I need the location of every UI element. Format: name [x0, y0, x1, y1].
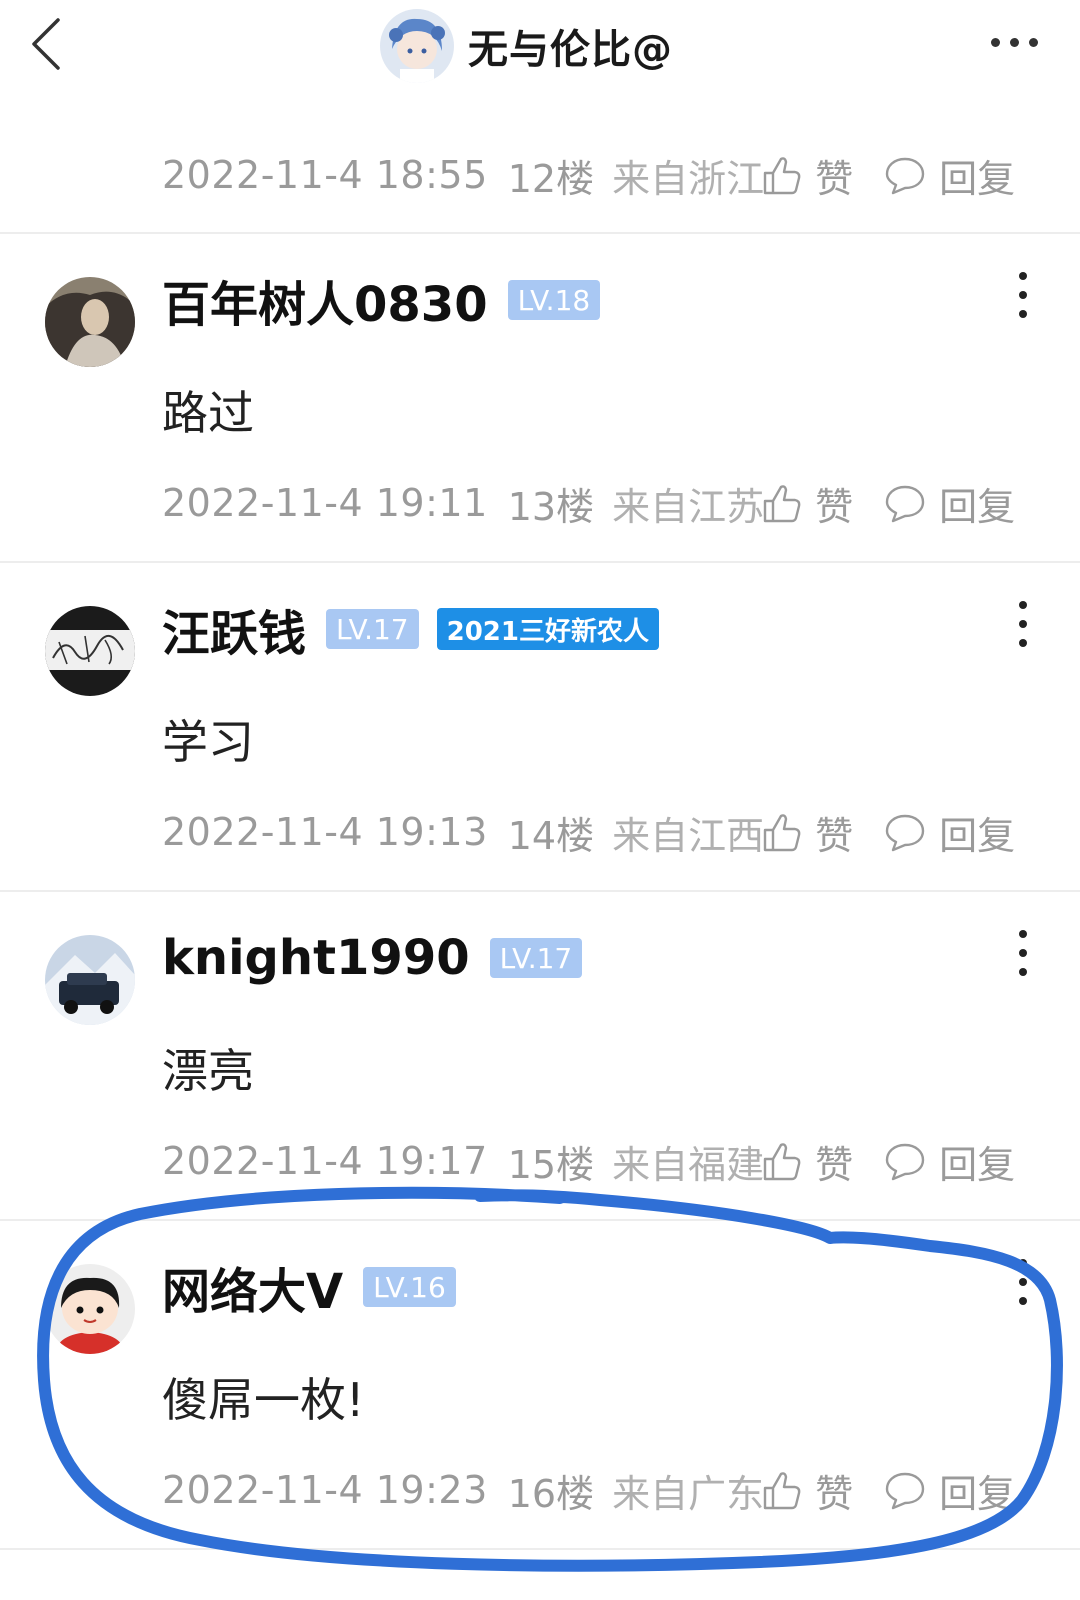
floor-number: 14楼: [507, 813, 595, 858]
more-vertical-icon[interactable]: [1018, 1259, 1028, 1305]
location: 来自江西: [612, 813, 765, 858]
post-meta: 2022-11-4 18:55 12楼 来自浙江 赞 回复: [162, 148, 1015, 203]
location: 来自广东: [612, 1471, 765, 1516]
post-content: 学习: [162, 715, 254, 769]
annotation-circle: [37, 1186, 1063, 1572]
post-time: 2022-11-4 19:13: [162, 810, 488, 854]
avatar[interactable]: [45, 606, 135, 696]
post-content: 路过: [162, 386, 254, 440]
thumbs-up-icon[interactable]: [759, 1468, 803, 1512]
more-vertical-icon[interactable]: [1018, 272, 1028, 318]
comment-icon[interactable]: [883, 481, 927, 525]
chevron-left-icon[interactable]: [28, 14, 68, 74]
divider: [0, 890, 1080, 892]
level-badge: LV.17: [326, 609, 419, 649]
username[interactable]: 汪跃钱: [162, 594, 306, 664]
avatar[interactable]: [45, 935, 135, 1025]
reply-button[interactable]: 回复: [939, 148, 1015, 203]
like-button[interactable]: 赞: [815, 148, 853, 203]
more-vertical-icon[interactable]: [1018, 930, 1028, 976]
post-time: 2022-11-4 19:23: [162, 1468, 488, 1512]
username-row: 网络大V LV.16: [162, 1257, 456, 1320]
divider: [0, 1548, 1080, 1550]
post-meta: 2022-11-4 19:23 16楼 来自广东 赞 回复: [162, 1463, 1015, 1518]
post-meta: 2022-11-4 19:17 15楼 来自福建 赞 回复: [162, 1134, 1015, 1189]
like-button[interactable]: 赞: [815, 1463, 853, 1518]
post-time: 2022-11-4 19:17: [162, 1139, 488, 1183]
reply-button[interactable]: 回复: [939, 476, 1015, 531]
reply-button[interactable]: 回复: [939, 805, 1015, 860]
thumbs-up-icon[interactable]: [759, 481, 803, 525]
comment-icon[interactable]: [883, 1468, 927, 1512]
like-button[interactable]: 赞: [815, 476, 853, 531]
more-horizontal-icon[interactable]: [991, 38, 1038, 47]
more-vertical-icon[interactable]: [1018, 601, 1028, 647]
comment-icon[interactable]: [883, 1139, 927, 1183]
username-row: 百年树人0830 LV.18: [162, 270, 601, 333]
like-button[interactable]: 赞: [815, 1134, 853, 1189]
location: 来自福建: [612, 1142, 765, 1187]
floor-number: 16楼: [507, 1471, 595, 1516]
avatar[interactable]: [45, 1264, 135, 1354]
username[interactable]: 百年树人0830: [162, 265, 488, 335]
username-row: 汪跃钱 LV.17 2021三好新农人: [162, 599, 659, 662]
post-content: 傻屌一枚!: [162, 1373, 365, 1427]
level-badge: LV.17: [489, 938, 583, 978]
thumbs-up-icon[interactable]: [759, 1139, 803, 1183]
top-bar: 无与伦比@: [0, 0, 1080, 100]
location: 来自浙江: [612, 156, 765, 201]
divider: [0, 1219, 1080, 1221]
thumbs-up-icon[interactable]: [759, 153, 803, 197]
comment-icon[interactable]: [883, 810, 927, 854]
reply-button[interactable]: 回复: [939, 1134, 1015, 1189]
author-avatar[interactable]: [380, 9, 454, 83]
level-badge: LV.18: [507, 280, 601, 320]
username-row: knight1990 LV.17: [162, 928, 583, 988]
reply-button[interactable]: 回复: [939, 1463, 1015, 1518]
divider: [0, 232, 1080, 234]
avatar[interactable]: [45, 277, 135, 367]
location: 来自江苏: [612, 484, 765, 529]
level-badge: LV.16: [363, 1267, 456, 1307]
thumbs-up-icon[interactable]: [759, 810, 803, 854]
post-time: 2022-11-4 18:55: [162, 153, 488, 197]
page-title: 无与伦比@: [468, 27, 673, 73]
floor-number: 12楼: [507, 156, 595, 201]
username[interactable]: knight1990: [162, 930, 470, 986]
honor-badge: 2021三好新农人: [436, 608, 659, 650]
divider: [0, 561, 1080, 563]
thread-author[interactable]: 无与伦比@: [380, 8, 673, 84]
like-button[interactable]: 赞: [815, 805, 853, 860]
comment-icon[interactable]: [883, 153, 927, 197]
post-content: 漂亮: [162, 1044, 254, 1098]
floor-number: 13楼: [507, 484, 595, 529]
post-meta: 2022-11-4 19:13 14楼 来自江西 赞 回复: [162, 805, 1015, 860]
post-time: 2022-11-4 19:11: [162, 481, 488, 525]
post-meta: 2022-11-4 19:11 13楼 来自江苏 赞 回复: [162, 476, 1015, 531]
username[interactable]: 网络大V: [162, 1252, 343, 1322]
floor-number: 15楼: [507, 1142, 595, 1187]
